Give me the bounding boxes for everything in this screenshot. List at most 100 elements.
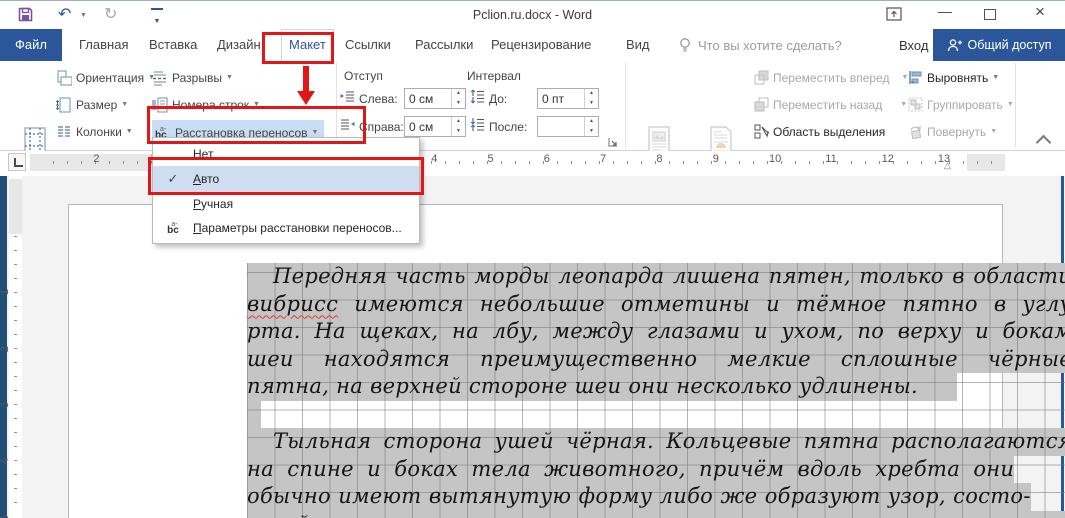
indent-left-value[interactable]: 0 см — [405, 92, 451, 106]
maximize-button[interactable] — [976, 5, 1004, 25]
text-line[interactable]: Передняя часть морды леопарда лишена пят… — [247, 263, 1065, 291]
ribbon-tab-row: Файл Главная Вставка Дизайн Макет Ссылки… — [0, 29, 1065, 61]
send-backward-label: Переместить назад — [773, 98, 882, 112]
indent-left-icon — [340, 90, 355, 103]
menu-item-hyphenation-options[interactable]: a- bc Параметры расстановки переносов... — [153, 216, 419, 240]
page[interactable]: Передняя часть морды леопарда лишена пят… — [68, 204, 1003, 518]
text-line[interactable]: рта. На щеках, на лбу, между глазами и у… — [247, 318, 1065, 346]
selection-pane-button[interactable]: Область выделения — [754, 120, 885, 143]
size-label: Размер — [76, 98, 117, 112]
line-text: пятна, на верхней стороне шеи они нескол… — [247, 373, 1065, 401]
paragraph-dialog-launcher-icon[interactable] — [608, 137, 618, 147]
tab-vid[interactable]: Вид — [624, 29, 652, 61]
menu-item-auto[interactable]: ✓ Авто — [153, 166, 419, 192]
columns-label: Колонки — [76, 125, 122, 139]
breaks-dropdown-icon: ▼ — [226, 74, 233, 81]
indent-right-value[interactable]: 0 см — [405, 120, 451, 134]
title-bar: ↶ ▼ ↻ ▼ Pclion.ru.docx - Word — × — [0, 1, 1065, 29]
wrap-text-icon — [709, 126, 733, 154]
sign-in-link[interactable]: Вход — [899, 38, 928, 53]
ruler-number: 2 — [0, 346, 11, 352]
line-text: Передняя часть морды леопарда лишена пят… — [247, 263, 1065, 291]
ruler-number: 11 — [825, 153, 836, 165]
send-backward-icon — [754, 97, 769, 112]
share-button[interactable]: Общий доступ — [933, 29, 1065, 61]
tab-dizain[interactable]: Дизайн — [215, 29, 263, 61]
minimize-button[interactable]: — — [931, 1, 959, 21]
line-text: ящий из крупных вытянутых кольцевых и сп… — [247, 511, 1065, 518]
indent-right-spinner[interactable]: ▲▼ — [451, 117, 465, 136]
size-button[interactable]: Размер ▼ — [56, 93, 128, 116]
ruler-number: 3 — [0, 402, 11, 408]
line-numbers-label: Номера строк — [172, 98, 249, 112]
breaks-label: Разрывы — [172, 71, 222, 85]
line-text: рта. На щеках, на лбу, между глазами и у… — [247, 318, 1065, 346]
spacing-before-icon — [470, 89, 485, 104]
line-numbers-dropdown-icon: ▼ — [253, 101, 260, 108]
selection-pane-label: Область выделения — [773, 125, 885, 139]
text-line[interactable]: вибрисс имеются небольшие отметины и тём… — [247, 291, 1065, 319]
spacing-before-spinner[interactable]: ▲▼ — [584, 89, 598, 108]
tab-glavnaya[interactable]: Главная — [77, 29, 130, 61]
line-numbers-icon — [152, 97, 168, 113]
group-label: Группировать — [927, 98, 1003, 112]
ruler-number: 5 — [488, 153, 494, 165]
indent-right-input[interactable]: 0 см ▲▼ — [404, 116, 466, 137]
spacing-after-icon — [470, 117, 485, 132]
ribbon-display-options-icon[interactable] — [880, 5, 908, 25]
text-line[interactable]: на спине и боках тела животного, причём … — [247, 456, 1065, 484]
misspelled-word[interactable]: вибрисс — [247, 292, 338, 316]
hyphenation-menu: Нет ✓ Авто Ручная a- bc Параметры расста… — [152, 137, 420, 244]
spacing-before-value[interactable]: 0 пт — [538, 92, 584, 106]
ruler-number: 5 — [0, 514, 11, 518]
text-line[interactable]: Тыльная сторона ушей чёрная. Кольцевые п… — [247, 428, 1065, 456]
line-numbers-button[interactable]: Номера строк ▼ — [152, 93, 260, 116]
selection-pane-icon — [754, 124, 769, 139]
ruler-number: 1 — [0, 289, 11, 295]
line-text: шеи находятся преимущественно мелкие спл… — [247, 346, 1065, 374]
spacing-heading: Интервал — [467, 69, 521, 83]
spacing-before-label: До: — [489, 92, 507, 106]
breaks-icon — [152, 70, 168, 86]
text-line[interactable]: пятна, на верхней стороне шеи они нескол… — [247, 373, 1065, 401]
text-line[interactable] — [247, 401, 1065, 429]
rotate-icon — [908, 124, 923, 139]
tab-recenzirovanie[interactable]: Рецензирование — [489, 29, 593, 61]
collapse-ribbon-icon[interactable] — [1036, 135, 1052, 151]
spacing-after-spinner[interactable]: ▲▼ — [584, 117, 598, 136]
ruler-number: 2 — [93, 153, 99, 165]
indent-heading: Отступ — [344, 69, 383, 83]
hyphenation-dropdown-icon: ▼ — [312, 129, 319, 136]
columns-button[interactable]: Колонки ▼ — [56, 120, 133, 143]
text-block[interactable]: Передняя часть морды леопарда лишена пят… — [247, 263, 1065, 518]
text-line[interactable]: шеи находятся преимущественно мелкие спл… — [247, 346, 1065, 374]
menu-item-none[interactable]: Нет — [153, 142, 419, 166]
tab-file[interactable]: Файл — [0, 29, 62, 61]
indent-right-icon — [340, 118, 355, 131]
line-text: обычно имеют вытянутую форму либо же обр… — [247, 483, 1031, 511]
orientation-icon — [56, 70, 72, 86]
tab-ssylki[interactable]: Ссылки — [343, 29, 393, 61]
tell-me-box[interactable]: Что вы хотите сделать? — [698, 38, 842, 53]
share-label: Общий доступ — [968, 38, 1052, 52]
text-line[interactable]: ящий из крупных вытянутых кольцевых и сп… — [247, 511, 1065, 518]
ruler-number: 4 — [0, 458, 11, 464]
orientation-button[interactable]: Ориентация ▼ — [56, 66, 155, 89]
tab-maket[interactable]: Макет — [281, 29, 334, 62]
close-button[interactable]: × — [1026, 2, 1054, 22]
send-backward-dropdown-icon: ▼ — [900, 101, 907, 108]
word-window: ↶ ▼ ↻ ▼ Pclion.ru.docx - Word — × Файл Г… — [0, 0, 1065, 518]
indent-left-input[interactable]: 0 см ▲▼ — [404, 88, 466, 109]
text-line[interactable]: обычно имеют вытянутую форму либо же обр… — [247, 483, 1065, 511]
menu-item-manual[interactable]: Ручная — [153, 192, 419, 216]
checkmark-icon: ✓ — [153, 171, 193, 187]
ruler-number: 8 — [656, 153, 662, 165]
spacing-after-input[interactable]: ▲▼ — [537, 116, 599, 137]
spacing-before-input[interactable]: 0 пт ▲▼ — [537, 88, 599, 109]
align-button[interactable]: Выровнять ▼ — [908, 66, 999, 89]
tab-vstavka[interactable]: Вставка — [147, 29, 199, 61]
tab-rassylki[interactable]: Рассылки — [413, 29, 475, 61]
bring-forward-icon — [754, 70, 769, 85]
breaks-button[interactable]: Разрывы ▼ — [152, 66, 233, 89]
indent-left-spinner[interactable]: ▲▼ — [451, 89, 465, 108]
